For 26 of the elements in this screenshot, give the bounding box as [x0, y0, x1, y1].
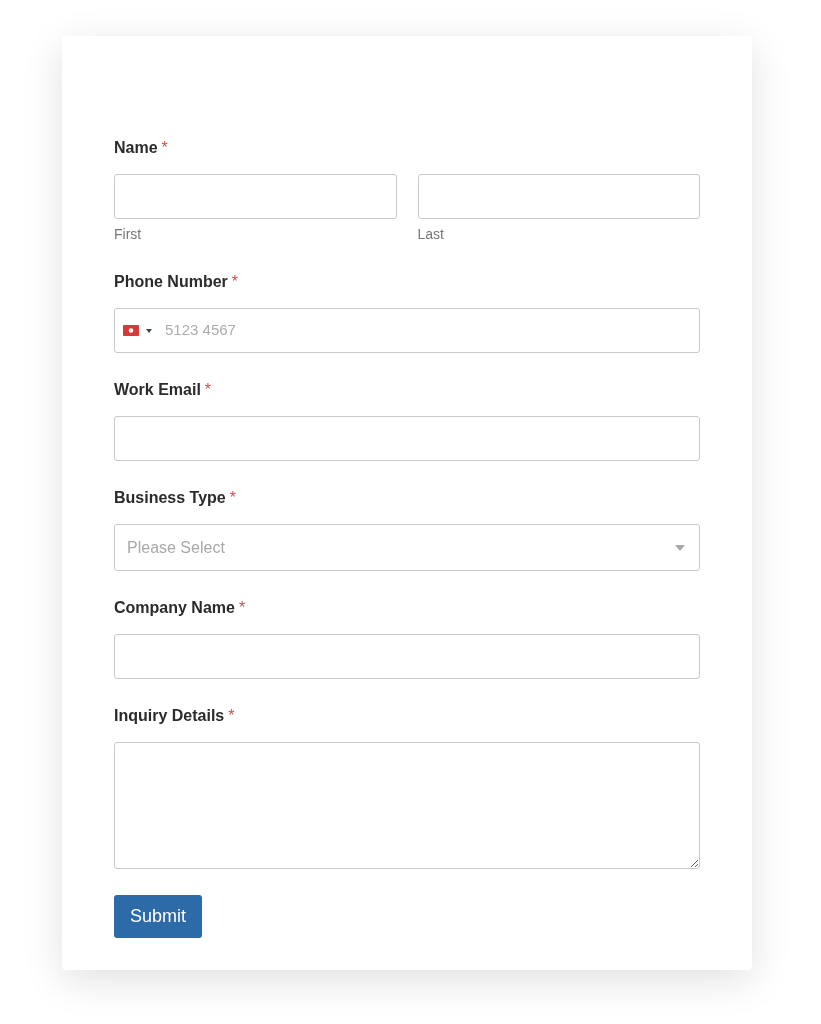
required-mark: * [204, 380, 212, 400]
required-mark: * [238, 598, 246, 618]
text-input[interactable] [417, 174, 700, 219]
caret-icon [675, 544, 685, 551]
caret-icon [146, 328, 152, 333]
flag-icon [123, 325, 139, 336]
phone-input[interactable]: 5123 4567 [165, 319, 699, 342]
text-area[interactable] [114, 742, 700, 869]
text-input[interactable] [114, 174, 397, 219]
text-input[interactable] [114, 634, 700, 679]
field-label: Inquiry Details [114, 706, 225, 726]
field-label: Work Email [114, 380, 201, 400]
text-input[interactable] [114, 416, 700, 461]
field-sublabel: First [114, 225, 143, 244]
required-mark: * [229, 488, 236, 508]
select-placeholder: Please Select [127, 537, 225, 558]
field-sublabel: Last [417, 225, 445, 244]
field-label: Phone Number [114, 272, 228, 292]
required-mark: * [231, 272, 239, 292]
field-label: Company Name [114, 598, 235, 618]
required-mark: * [228, 706, 235, 726]
phone-field[interactable]: 5123 4567 [114, 308, 700, 353]
required-mark: * [161, 138, 168, 158]
submit-button[interactable]: Submit [114, 895, 203, 938]
field-label: Name [114, 138, 158, 158]
field-label: Business Type [114, 488, 226, 508]
